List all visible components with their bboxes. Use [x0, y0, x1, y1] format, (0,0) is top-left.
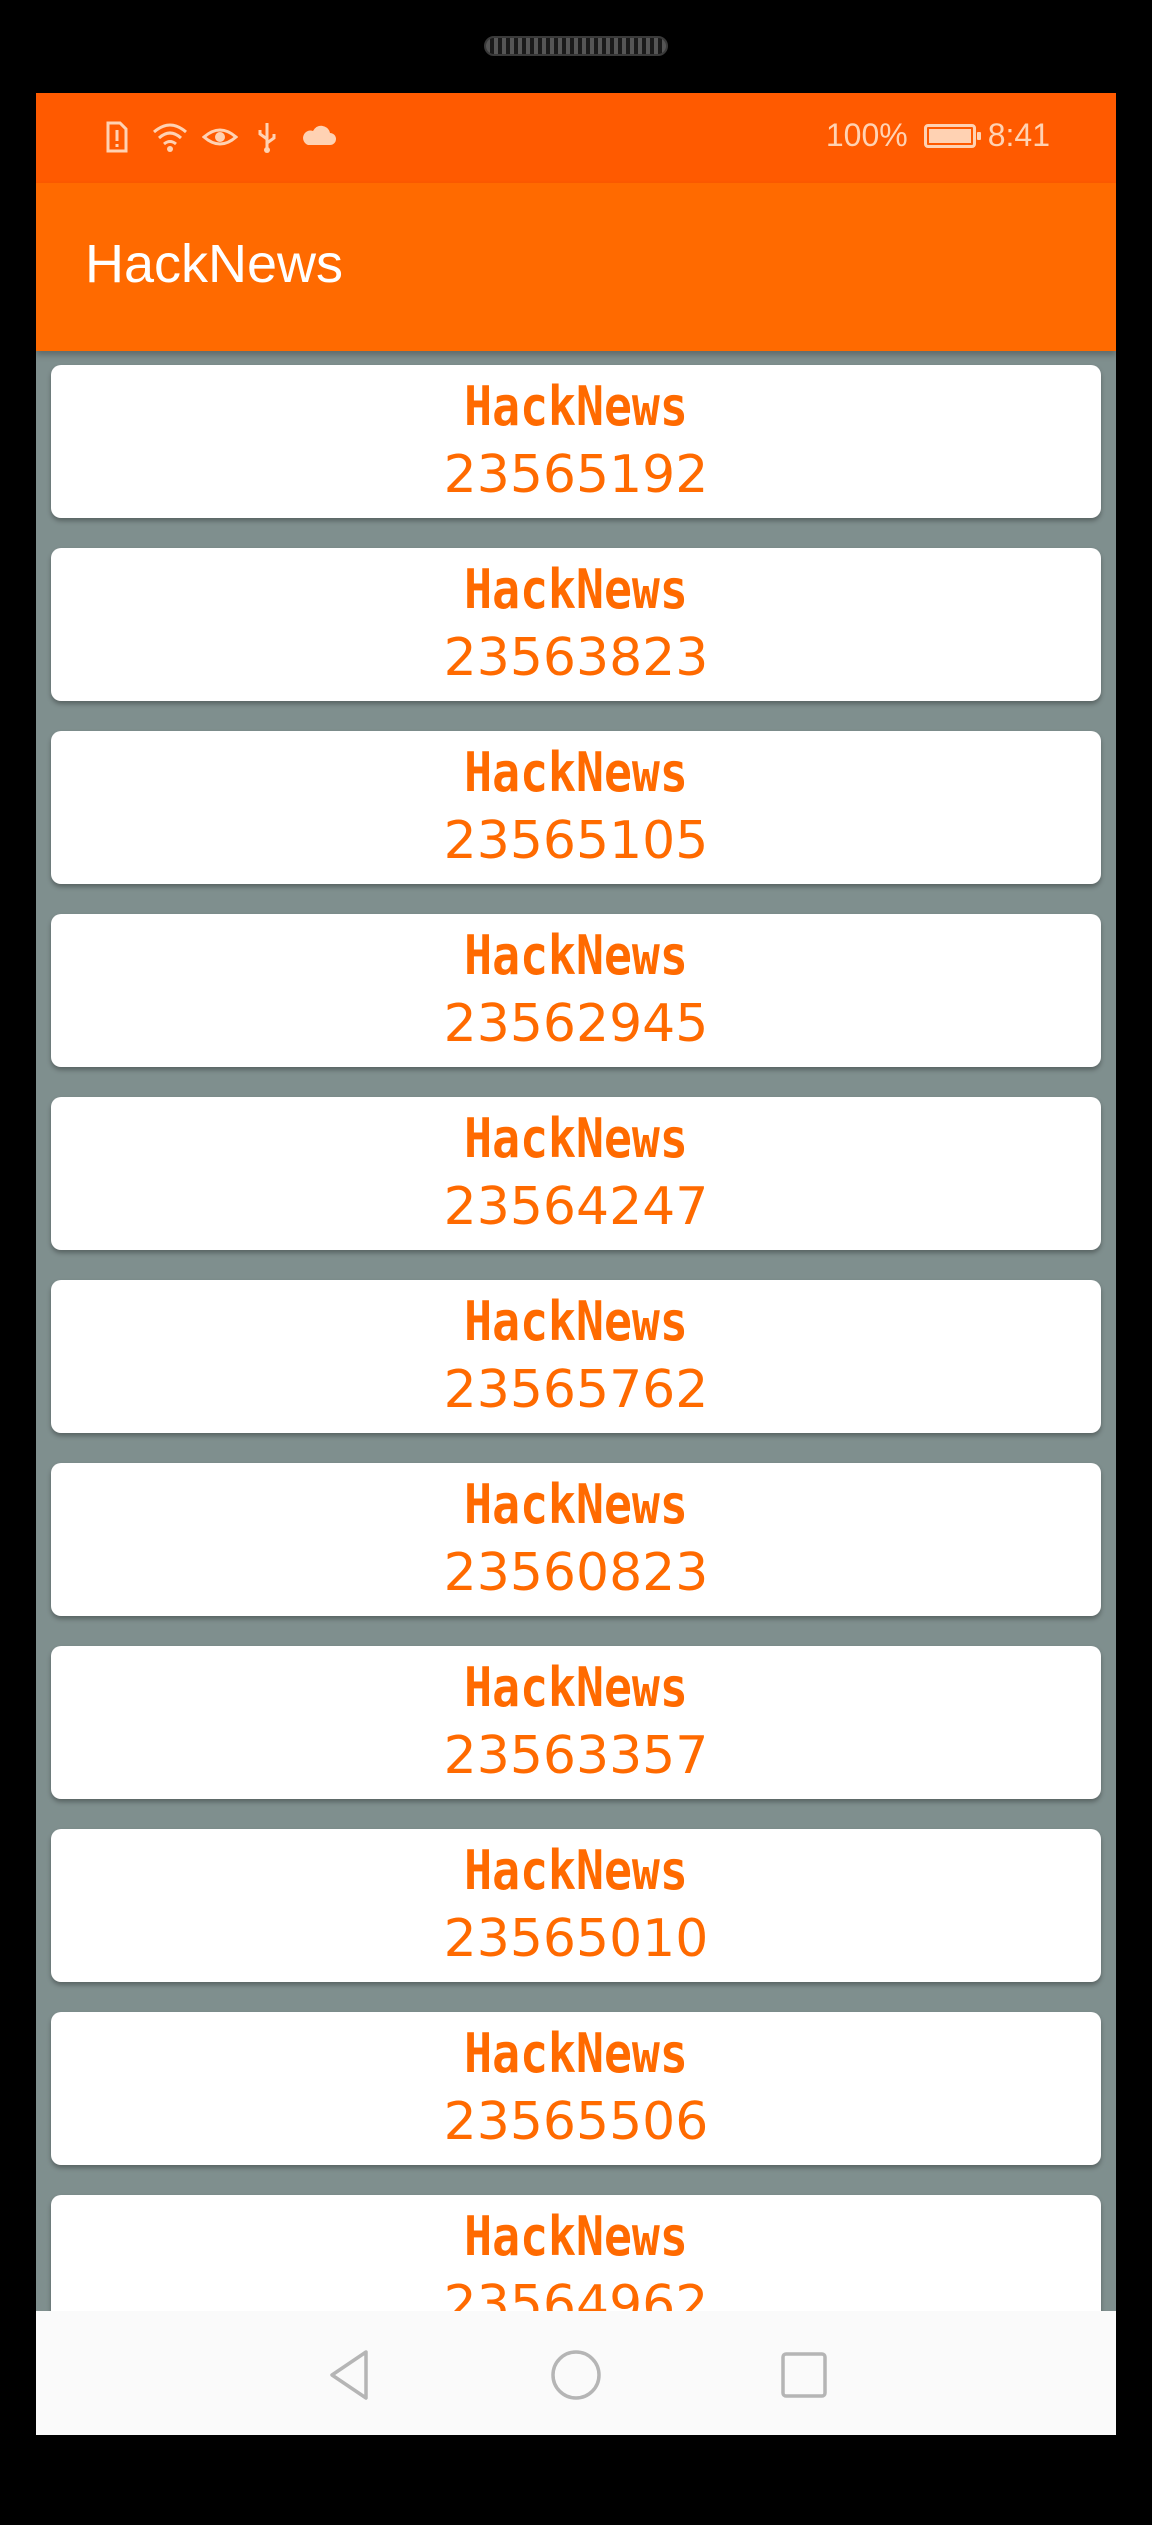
- news-card-id: 23563357: [443, 1726, 709, 1786]
- news-card-id: 23562945: [443, 994, 709, 1054]
- battery-icon: [923, 123, 981, 148]
- news-card[interactable]: HackNews 23565506: [51, 2012, 1101, 2165]
- news-card[interactable]: HackNews 23565192: [51, 365, 1101, 518]
- cloud-icon: [302, 121, 336, 153]
- news-card-id: 23565506: [443, 2092, 709, 2152]
- news-card-title: HackNews: [464, 558, 688, 621]
- news-card-id: 23565762: [443, 1360, 709, 1420]
- recents-button[interactable]: [776, 2347, 832, 2403]
- news-card[interactable]: HackNews 23565762: [51, 1280, 1101, 1433]
- news-card-id: 23565105: [443, 811, 709, 871]
- news-card-id: 23563823: [443, 628, 709, 688]
- eye-icon: [201, 121, 239, 153]
- news-card-title: HackNews: [464, 741, 688, 804]
- news-card-id: 23560823: [443, 1543, 709, 1603]
- battery-fill: [928, 128, 971, 143]
- status-right: 100% 8:41: [826, 117, 1050, 154]
- news-card-title: HackNews: [464, 2022, 688, 2085]
- usb-icon: [252, 121, 282, 153]
- phone-frame: 100% 8:41 HackNews HackNews 23565192 HackN…: [0, 0, 1152, 2525]
- news-card[interactable]: HackNews 23563823: [51, 548, 1101, 701]
- app-bar: HackNews: [36, 183, 1116, 351]
- news-card[interactable]: HackNews 23562945: [51, 914, 1101, 1067]
- news-card-title: HackNews: [464, 1839, 688, 1902]
- news-card[interactable]: HackNews 23564247: [51, 1097, 1101, 1250]
- news-card-title: HackNews: [464, 1290, 688, 1353]
- sim-alert-icon: [102, 121, 132, 153]
- news-card-id: 23565192: [443, 445, 709, 505]
- news-card[interactable]: HackNews 23565010: [51, 1829, 1101, 1982]
- back-button[interactable]: [321, 2347, 377, 2403]
- back-icon: [330, 2350, 368, 2400]
- wifi-icon: [152, 121, 187, 153]
- home-button[interactable]: [548, 2347, 604, 2403]
- news-card[interactable]: HackNews 23565105: [51, 731, 1101, 884]
- news-card-title: HackNews: [464, 1107, 688, 1170]
- news-card-title: HackNews: [464, 924, 688, 987]
- news-card-id: 23564247: [443, 1177, 709, 1237]
- home-icon: [551, 2350, 601, 2400]
- speaker-grille: [484, 36, 668, 56]
- news-card[interactable]: HackNews 23563357: [51, 1646, 1101, 1799]
- clock: 8:41: [987, 117, 1050, 153]
- recents-icon: [781, 2352, 827, 2398]
- app-title: HackNews: [85, 234, 344, 294]
- news-card-title: HackNews: [464, 2205, 688, 2268]
- news-card-title: HackNews: [464, 375, 688, 438]
- news-card-id: 23565010: [443, 1909, 709, 1969]
- news-card-title: HackNews: [464, 1656, 688, 1719]
- news-card-title: HackNews: [464, 1473, 688, 1536]
- navigation-bar: [36, 2311, 1116, 2435]
- news-card[interactable]: HackNews 23560823: [51, 1463, 1101, 1616]
- battery-percent: 100%: [825, 117, 908, 153]
- status-icons: [102, 121, 336, 153]
- status-bar: 100% 8:41: [36, 93, 1116, 183]
- screen: 100% 8:41 HackNews HackNews 23565192 HackN…: [36, 93, 1116, 2435]
